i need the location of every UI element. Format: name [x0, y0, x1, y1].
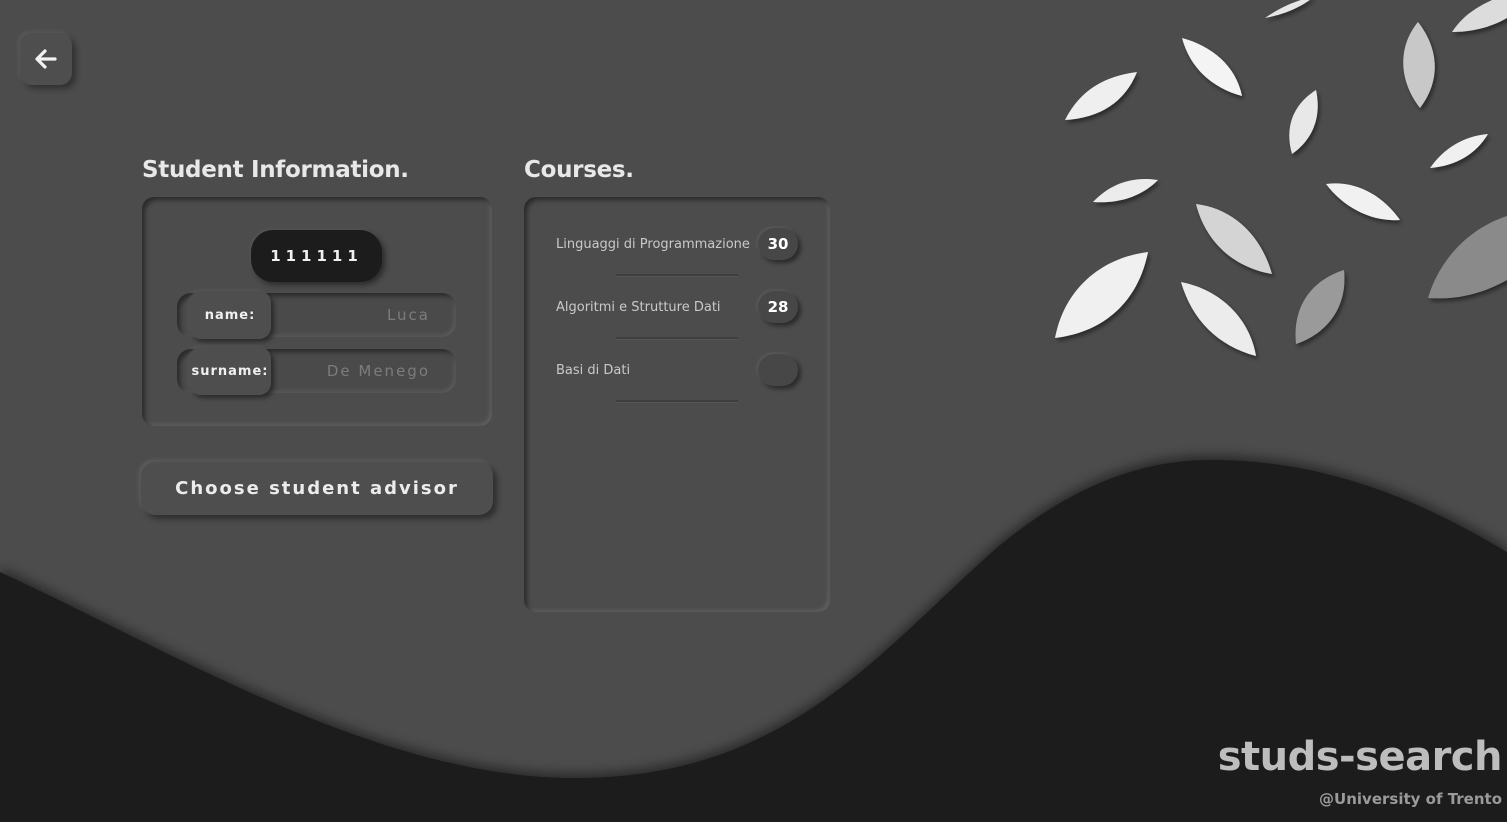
- course-grade-empty: [758, 354, 798, 386]
- name-value: Luca: [386, 306, 430, 324]
- student-info-title: Student Information.: [142, 157, 409, 183]
- name-label: name:: [189, 291, 271, 339]
- course-divider: [616, 400, 738, 402]
- page: Student Information. 111111 name: Luca s…: [0, 0, 1507, 822]
- brand-title: studs-search: [1217, 734, 1503, 780]
- arrow-left-icon: [35, 49, 57, 69]
- course-grade: 28: [758, 291, 798, 323]
- course-divider: [616, 337, 738, 339]
- leaf-illustration: [1055, 0, 1507, 356]
- course-row[interactable]: Algoritmi e Strutture Dati 28: [556, 288, 802, 328]
- course-grade: 30: [758, 228, 798, 260]
- course-name: Algoritmi e Strutture Dati: [556, 300, 721, 315]
- choose-advisor-button[interactable]: Choose student advisor: [141, 462, 493, 515]
- course-row[interactable]: Linguaggi di Programmazione 30: [556, 225, 802, 265]
- course-name: Linguaggi di Programmazione: [556, 237, 750, 252]
- courses-title: Courses.: [524, 157, 634, 183]
- back-button[interactable]: [20, 33, 72, 85]
- course-row[interactable]: Basi di Dati: [556, 351, 802, 391]
- course-divider: [616, 274, 738, 276]
- surname-label: surname:: [189, 347, 271, 395]
- brand-subtitle: @University of Trento: [1319, 790, 1502, 808]
- surname-field[interactable]: surname: De Menego: [177, 347, 456, 395]
- course-name: Basi di Dati: [556, 363, 631, 378]
- surname-value: De Menego: [326, 362, 430, 380]
- student-id-badge: 111111: [251, 230, 382, 282]
- name-field[interactable]: name: Luca: [177, 291, 456, 339]
